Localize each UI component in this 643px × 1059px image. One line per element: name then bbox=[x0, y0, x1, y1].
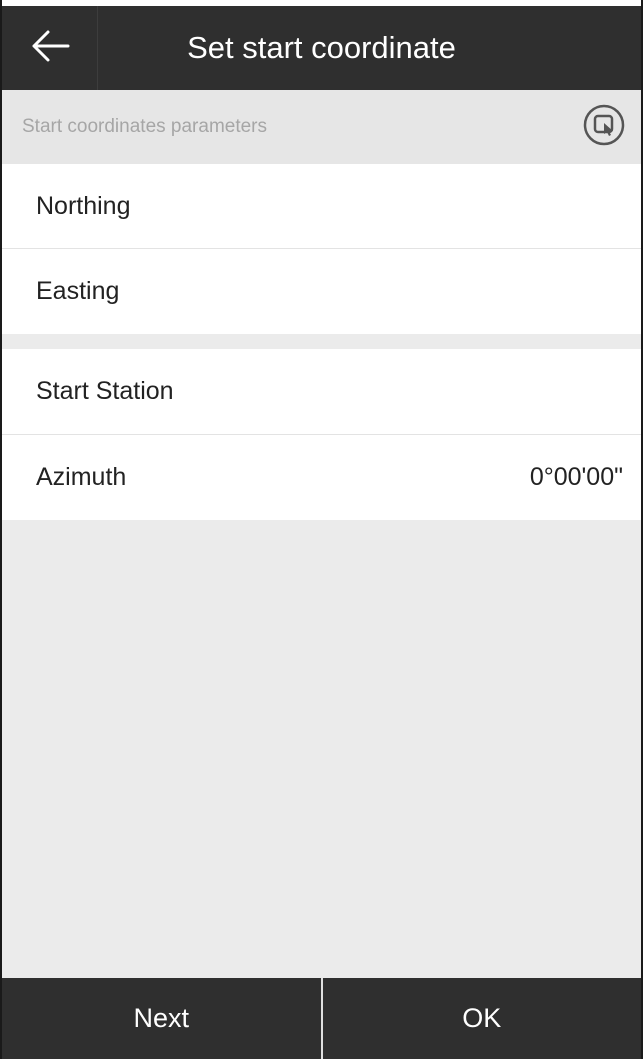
azimuth-field[interactable]: Azimuth 0°00'00" bbox=[2, 435, 641, 520]
back-button[interactable] bbox=[2, 6, 98, 90]
section-label: Start coordinates parameters bbox=[22, 116, 268, 137]
start-station-field[interactable]: Start Station bbox=[2, 349, 641, 434]
section-header: Start coordinates parameters bbox=[2, 90, 641, 164]
screen: Set start coordinate Start coordinates p… bbox=[0, 0, 643, 1059]
easting-label: Easting bbox=[36, 277, 120, 305]
northing-label: Northing bbox=[36, 192, 131, 220]
arrow-left-icon bbox=[30, 29, 70, 68]
azimuth-value: 0°00'00" bbox=[529, 463, 623, 491]
select-point-button[interactable] bbox=[581, 104, 627, 150]
northing-field[interactable]: Northing bbox=[2, 164, 641, 249]
bottom-action-bar: Next OK bbox=[2, 978, 641, 1059]
easting-field[interactable]: Easting bbox=[2, 249, 641, 334]
page-title: Set start coordinate bbox=[187, 30, 456, 65]
start-station-label: Start Station bbox=[36, 377, 174, 405]
app-header: Set start coordinate bbox=[2, 6, 641, 90]
select-point-icon bbox=[582, 103, 626, 152]
ok-button[interactable]: OK bbox=[323, 978, 642, 1059]
next-button[interactable]: Next bbox=[2, 978, 321, 1059]
azimuth-label: Azimuth bbox=[36, 463, 127, 491]
